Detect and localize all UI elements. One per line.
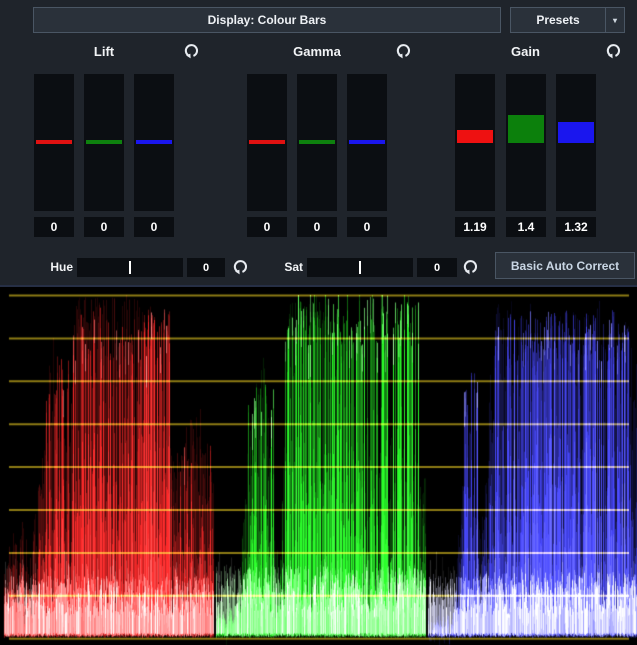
gamma-red-value[interactable]: 0 bbox=[247, 217, 287, 237]
gamma-green-value[interactable]: 0 bbox=[297, 217, 337, 237]
lift-green-slider[interactable] bbox=[84, 74, 124, 211]
sat-slider-thumb[interactable] bbox=[359, 261, 361, 274]
sat-label: Sat bbox=[270, 258, 303, 277]
lift-reset-button[interactable] bbox=[181, 41, 201, 61]
reset-icon bbox=[394, 42, 412, 61]
lift-blue-slider[interactable] bbox=[134, 74, 174, 211]
scope-top-border bbox=[0, 285, 637, 287]
slider-handle[interactable] bbox=[249, 140, 285, 144]
lift-blue-value[interactable]: 0 bbox=[134, 217, 174, 237]
gain-green-slider[interactable] bbox=[506, 74, 546, 211]
hue-reset-button[interactable] bbox=[230, 257, 250, 277]
gain-blue-slider[interactable] bbox=[556, 74, 596, 211]
slider-handle[interactable] bbox=[558, 122, 594, 143]
presets-label: Presets bbox=[511, 13, 605, 27]
gain-green-value[interactable]: 1.4 bbox=[506, 217, 546, 237]
slider-handle[interactable] bbox=[508, 115, 544, 143]
gain-red-value[interactable]: 1.19 bbox=[455, 217, 495, 237]
sat-value[interactable]: 0 bbox=[417, 258, 457, 277]
slider-handle[interactable] bbox=[349, 140, 385, 144]
rgb-parade-canvas bbox=[0, 285, 637, 645]
gamma-blue-value[interactable]: 0 bbox=[347, 217, 387, 237]
slider-handle[interactable] bbox=[136, 140, 172, 144]
gamma-section-label: Gamma bbox=[247, 44, 387, 60]
gamma-green-slider[interactable] bbox=[297, 74, 337, 211]
reset-icon bbox=[604, 42, 622, 61]
presets-button[interactable]: Presets ▾ bbox=[510, 7, 625, 33]
lift-red-slider[interactable] bbox=[34, 74, 74, 211]
slider-handle[interactable] bbox=[86, 140, 122, 144]
gain-blue-value[interactable]: 1.32 bbox=[556, 217, 596, 237]
gain-section-label: Gain bbox=[455, 44, 596, 60]
display-selector-button[interactable]: Display: Colour Bars bbox=[33, 7, 501, 33]
slider-handle[interactable] bbox=[299, 140, 335, 144]
gamma-blue-slider[interactable] bbox=[347, 74, 387, 211]
gamma-red-slider[interactable] bbox=[247, 74, 287, 211]
hue-value[interactable]: 0 bbox=[187, 258, 225, 277]
lift-red-value[interactable]: 0 bbox=[34, 217, 74, 237]
lift-section-label: Lift bbox=[34, 44, 174, 60]
gain-red-slider[interactable] bbox=[455, 74, 495, 211]
hue-slider-thumb[interactable] bbox=[129, 261, 131, 274]
hue-slider[interactable] bbox=[77, 258, 183, 277]
sat-slider[interactable] bbox=[307, 258, 413, 277]
basic-auto-correct-button[interactable]: Basic Auto Correct bbox=[495, 252, 635, 279]
reset-icon bbox=[461, 258, 479, 277]
hue-label: Hue bbox=[30, 258, 73, 277]
slider-handle[interactable] bbox=[457, 130, 493, 143]
color-adjust-panel: Display: Colour Bars Presets ▾ Lift Gamm… bbox=[0, 0, 637, 645]
gamma-reset-button[interactable] bbox=[393, 41, 413, 61]
slider-handle[interactable] bbox=[36, 140, 72, 144]
lift-green-value[interactable]: 0 bbox=[84, 217, 124, 237]
gain-reset-button[interactable] bbox=[603, 41, 623, 61]
presets-dropdown-arrow[interactable]: ▾ bbox=[605, 8, 624, 32]
reset-icon bbox=[231, 258, 249, 277]
waveform-scope bbox=[0, 285, 637, 645]
reset-icon bbox=[182, 42, 200, 61]
sat-reset-button[interactable] bbox=[460, 257, 480, 277]
